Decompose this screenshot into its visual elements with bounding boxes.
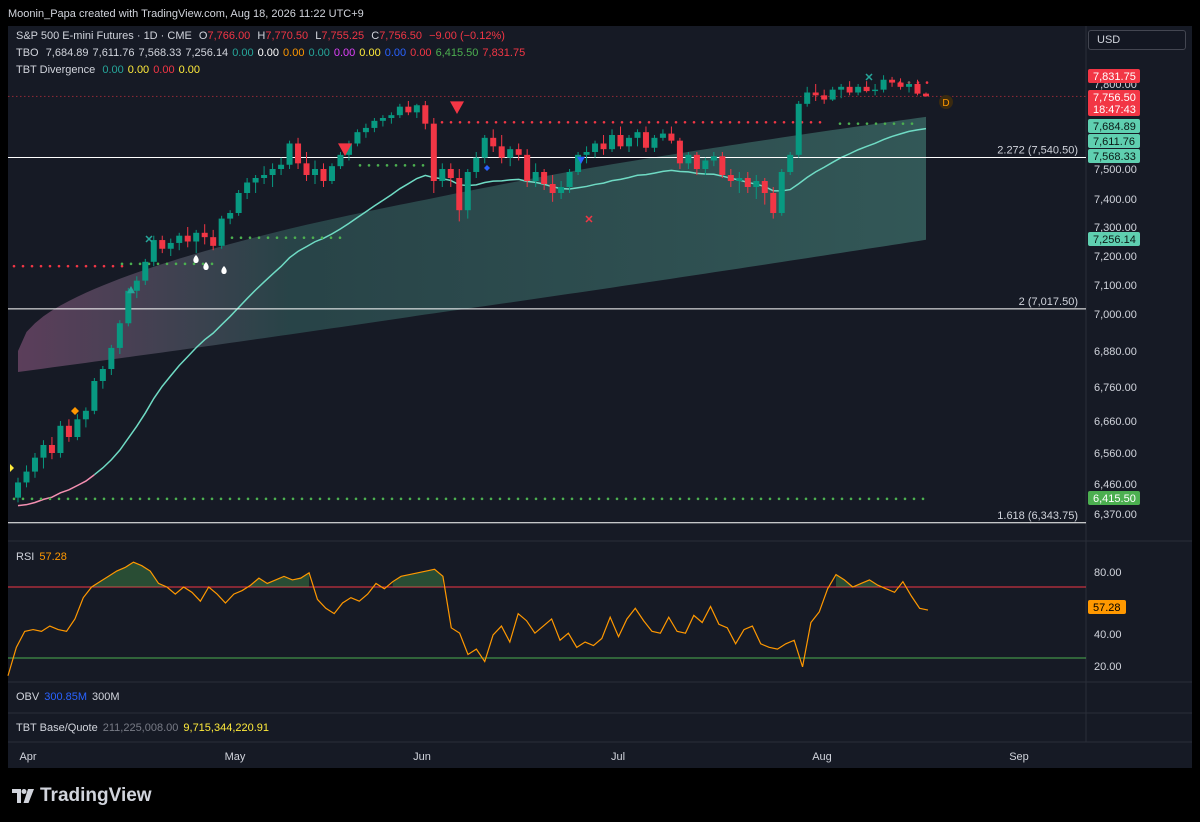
divergence-legend[interactable]: TBT Divergence 0.00 0.00 0.00 0.00 [16,64,204,76]
change-value: −9.00 (−0.12%) [429,30,505,42]
obv-value-2: 300M [92,691,120,703]
divergence-value-3: 0.00 [153,64,175,76]
tbo-value-8: 0.00 [308,47,330,59]
tbo-value-13: 6,415.50 [435,47,479,59]
close-label: C [371,30,380,42]
tbo-value-7: 0.00 [283,47,305,59]
tbo-label: TBO [16,47,39,59]
base-quote-label: TBT Base/Quote [16,722,98,734]
symbol-name: S&P 500 E-mini Futures · 1D · CME [16,30,192,42]
close-value: 7,756.50 [379,30,423,42]
tbo-value-11: 0.00 [384,47,407,59]
rsi-label: RSI [16,551,35,563]
tradingview-brand: TradingView [40,785,152,806]
tbo-legend[interactable]: TBO 7,684.89 7,611.76 7,568.33 7,256.14 0.00… [16,47,529,59]
tbo-value-1: 7,684.89 [45,47,89,59]
tbo-value-10: 0.00 [359,47,381,59]
tbo-value-12: 0.00 [410,47,432,59]
divergence-value-4: 0.00 [178,64,201,76]
credit-text: Moonin_Papa created with TradingView.com… [8,8,364,20]
divergence-value-2: 0.00 [127,64,150,76]
symbol-legend[interactable]: S&P 500 E-mini Futures · 1D · CME O7,766… [16,30,509,42]
base-quote-value-2: 9,715,344,220.91 [183,722,270,734]
obv-value: 300.85M [44,691,88,703]
chart-area[interactable] [8,26,1192,768]
rsi-value: 57.28 [39,551,67,563]
low-value: 7,755.25 [321,30,365,42]
tbo-value-9: 0.00 [333,47,356,59]
obv-label: OBV [16,691,40,703]
tbo-value-5: 0.00 [232,47,254,59]
tradingview-logo-icon [12,789,34,803]
base-quote-legend[interactable]: TBT Base/Quote 211,225,008.00 9,715,344,22… [16,722,274,734]
tbo-value-2: 7,611.76 [92,47,135,59]
tbo-value-14: 7,831.75 [482,47,526,59]
rsi-legend[interactable]: RSI 57.28 [16,551,72,563]
tradingview-logo[interactable]: TradingView [12,785,152,806]
screenshot-frame: Moonin_Papa created with TradingView.com… [0,0,1200,822]
currency-button[interactable]: USD [1088,30,1186,50]
base-quote-value-1: 211,225,008.00 [102,722,179,734]
tbo-value-6: 0.00 [257,47,280,59]
tbo-value-3: 7,568.33 [138,47,182,59]
divergence-label: TBT Divergence [16,64,96,76]
obv-legend[interactable]: OBV 300.85M 300M [16,691,125,703]
open-value: 7,766.00 [207,30,251,42]
high-value: 7,770.50 [265,30,309,42]
tbo-value-4: 7,256.14 [185,47,229,59]
divergence-value-1: 0.00 [102,64,124,76]
